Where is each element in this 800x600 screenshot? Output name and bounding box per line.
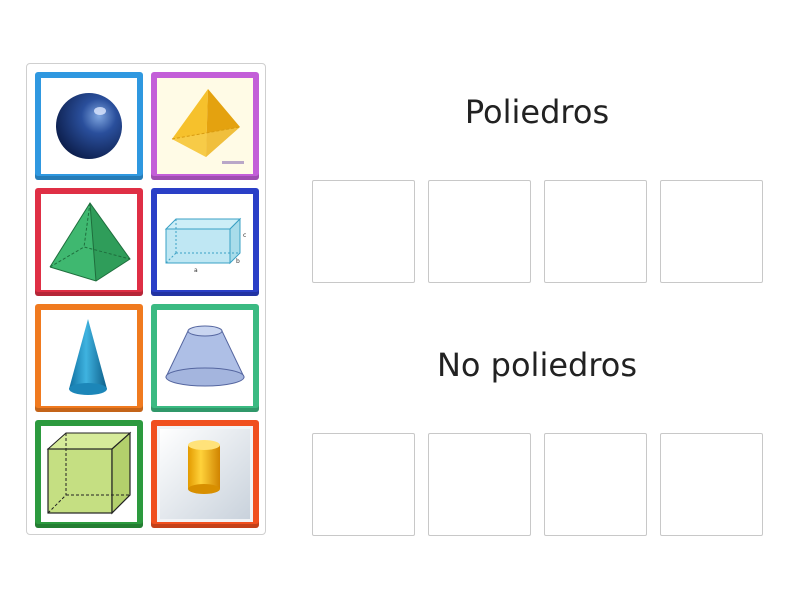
tile-cone-image xyxy=(41,310,137,406)
tile-frustum-image xyxy=(157,310,253,406)
prism-label-c: c xyxy=(243,232,246,239)
pyramid-icon xyxy=(49,202,131,282)
cone-icon xyxy=(69,319,107,395)
drop-slot[interactable] xyxy=(544,433,647,536)
rectangular-prism-icon: a b c xyxy=(164,217,246,274)
tetrahedron-icon xyxy=(171,89,244,164)
cube-icon xyxy=(46,431,132,515)
tile-tetrahedron[interactable] xyxy=(151,72,259,180)
tile-cone[interactable] xyxy=(35,304,143,412)
tile-rectangular-prism-image: a b c xyxy=(157,194,253,290)
tile-tetrahedron-image xyxy=(157,78,253,174)
tile-sphere[interactable] xyxy=(35,72,143,180)
tile-cylinder-image xyxy=(157,426,253,522)
tile-cube-image xyxy=(41,426,137,522)
tile-frustum[interactable] xyxy=(151,304,259,412)
tile-rectangular-prism[interactable]: a b c xyxy=(151,188,259,296)
tile-sphere-image xyxy=(41,78,137,174)
group-title-polyhedra: Poliedros xyxy=(464,93,610,131)
drop-slot[interactable] xyxy=(312,180,415,283)
drop-slot[interactable] xyxy=(312,433,415,536)
tile-cylinder[interactable] xyxy=(151,420,259,528)
drop-slot[interactable] xyxy=(428,180,531,283)
prism-label-b: b xyxy=(236,258,240,265)
drop-slot[interactable] xyxy=(660,180,763,283)
drop-slot[interactable] xyxy=(660,433,763,536)
group-title-non-polyhedra: No poliedros xyxy=(436,346,638,384)
tile-pyramid[interactable] xyxy=(35,188,143,296)
cylinder-icon xyxy=(160,429,250,519)
tile-pyramid-image xyxy=(41,194,137,290)
card-tray: a b c xyxy=(26,63,266,535)
frustum-icon xyxy=(165,325,245,387)
prism-label-a: a xyxy=(194,267,198,274)
tile-cube[interactable] xyxy=(35,420,143,528)
drop-slot[interactable] xyxy=(428,433,531,536)
drop-slot[interactable] xyxy=(544,180,647,283)
sphere-icon xyxy=(56,93,122,159)
